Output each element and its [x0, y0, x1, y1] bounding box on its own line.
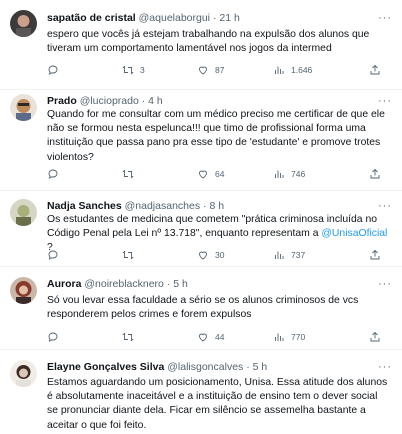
share-icon [370, 64, 380, 75]
separator-dot: · [203, 200, 207, 212]
avatar[interactable] [10, 199, 37, 226]
share-icon [370, 331, 380, 342]
reply-button[interactable] [47, 167, 65, 181]
share-button[interactable] [369, 248, 387, 262]
reply-button[interactable] [47, 248, 65, 262]
separator-dot: · [166, 278, 171, 290]
more-icon[interactable]: ··· [378, 94, 392, 108]
timestamp[interactable]: 21 h [219, 12, 239, 24]
avatar[interactable] [10, 360, 37, 387]
views-icon [275, 251, 284, 259]
tweet-text: Só vou levar essa faculdade a sério se o… [47, 295, 359, 321]
share-icon [370, 168, 380, 179]
like-button[interactable]: 30 [197, 248, 224, 262]
more-icon[interactable]: ··· [378, 277, 392, 291]
tweet-1[interactable]: sapatão de cristal @aquelaborgui · 21 h … [0, 0, 402, 90]
reply-icon [48, 65, 58, 75]
display-name[interactable]: Aurora [47, 278, 81, 290]
views-button[interactable]: 1.646 [273, 63, 312, 77]
like-button[interactable]: 87 [197, 63, 224, 77]
more-icon[interactable]: ··· [378, 360, 392, 374]
tweet-header: Aurora @noireblacknero · 5 h ··· [47, 277, 392, 291]
tweet-text: Quando for me consultar com um médico pr… [47, 109, 385, 163]
tweet-actions: 30 737 [47, 248, 388, 262]
tweet-actions: 64 746 [47, 167, 388, 181]
user-handle[interactable]: @nadjasanches [125, 200, 200, 212]
heart-icon [199, 170, 207, 179]
avatar[interactable] [10, 277, 37, 304]
views-count: 770 [291, 332, 306, 342]
avatar[interactable] [10, 10, 37, 37]
timestamp[interactable]: 4 h [148, 95, 163, 107]
views-icon [275, 66, 284, 74]
separator-dot: · [246, 361, 250, 373]
tweet-header: Prado @lucioprado · 4 h ··· [47, 94, 392, 108]
tweet-text: Estamos aguardando um posicionamento, Un… [47, 377, 388, 431]
share-button[interactable] [369, 63, 387, 77]
reply-button[interactable] [47, 63, 65, 77]
tweet-5[interactable]: Elayne Gonçalves Silva @lalisgoncalves ·… [0, 350, 402, 434]
avatar[interactable] [10, 94, 37, 121]
like-count: 44 [215, 332, 225, 342]
tweet-2[interactable]: Prado @lucioprado · 4 h ··· Quando for m… [0, 86, 402, 191]
tweet-4[interactable]: Aurora @noireblacknero · 5 h ··· Só vou … [0, 267, 402, 350]
tweet-actions: 3 87 1.646 [47, 63, 388, 77]
tweet-header: Nadja Sanches @nadjasanches · 8 h ··· [47, 199, 392, 213]
like-count: 64 [215, 169, 225, 179]
user-handle[interactable]: @aquelaborgui [139, 12, 210, 24]
views-count: 737 [291, 250, 306, 260]
reply-icon [48, 250, 58, 260]
mention-link[interactable]: @UnisaOficial [321, 228, 387, 239]
heart-icon [199, 251, 207, 260]
user-handle[interactable]: @lalisgoncalves [167, 361, 243, 373]
user-handle[interactable]: @lucioprado [80, 95, 139, 107]
retweet-count: 3 [140, 65, 145, 75]
tweet-text: espero que vocês já estejam trabalhando … [47, 29, 370, 55]
display-name[interactable]: Prado [47, 95, 77, 107]
retweet-icon [122, 65, 134, 75]
user-handle[interactable]: @noireblacknero [84, 278, 164, 290]
views-count: 746 [291, 169, 306, 179]
tweet-header: sapatão de cristal @aquelaborgui · 21 h … [47, 11, 392, 25]
retweet-icon [122, 250, 134, 260]
retweet-button[interactable] [122, 248, 140, 262]
like-button[interactable]: 64 [197, 167, 224, 181]
like-button[interactable]: 44 [197, 330, 224, 344]
retweet-button[interactable] [122, 330, 140, 344]
views-button[interactable]: 737 [273, 248, 305, 262]
separator-dot: · [212, 12, 217, 24]
share-button[interactable] [369, 167, 387, 181]
like-count: 87 [215, 65, 225, 75]
share-button[interactable] [369, 330, 387, 344]
more-icon[interactable]: ··· [378, 199, 392, 213]
reply-icon [48, 169, 58, 179]
display-name[interactable]: sapatão de cristal [47, 12, 136, 24]
display-name[interactable]: Nadja Sanches [47, 200, 122, 212]
views-icon [275, 170, 284, 178]
timestamp[interactable]: 5 h [173, 278, 188, 290]
tweet-3[interactable]: Nadja Sanches @nadjasanches · 8 h ··· Os… [0, 191, 402, 267]
like-count: 30 [215, 250, 225, 260]
views-count: 1.646 [291, 65, 313, 75]
heart-icon [199, 66, 207, 75]
tweet-actions: 44 770 [47, 330, 388, 344]
share-icon [370, 249, 380, 260]
views-button[interactable]: 746 [273, 167, 305, 181]
tweet-header: Elayne Gonçalves Silva @lalisgoncalves ·… [47, 360, 392, 374]
timestamp[interactable]: 8 h [209, 200, 224, 212]
retweet-button[interactable]: 3 [122, 63, 145, 77]
separator-dot: · [141, 95, 146, 107]
more-icon[interactable]: ··· [378, 11, 392, 25]
reply-button[interactable] [47, 330, 65, 344]
display-name[interactable]: Elayne Gonçalves Silva [47, 361, 164, 373]
retweet-icon [122, 169, 134, 179]
views-button[interactable]: 770 [273, 330, 305, 344]
retweet-button[interactable] [122, 167, 140, 181]
timestamp[interactable]: 5 h [253, 361, 268, 373]
retweet-icon [122, 332, 134, 342]
heart-icon [199, 333, 207, 342]
reply-icon [48, 332, 58, 342]
views-icon [275, 333, 284, 341]
